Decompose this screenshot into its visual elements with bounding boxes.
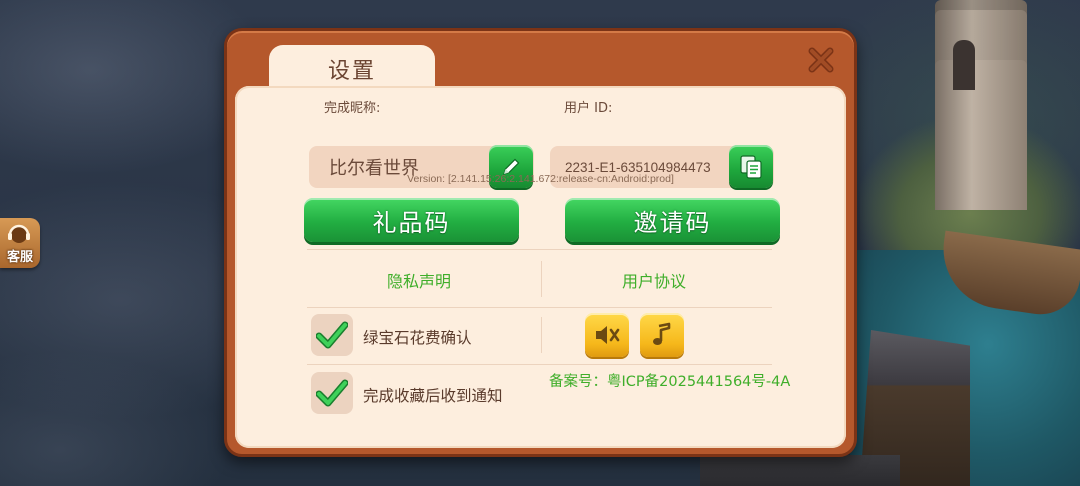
speaker-muted-icon: [596, 326, 620, 344]
gift-code-button[interactable]: 礼品码: [304, 198, 519, 242]
close-icon[interactable]: [808, 47, 834, 73]
divider: [541, 317, 542, 353]
lighthouse-tower: [935, 0, 1027, 210]
user-id-label: 用户 ID:: [564, 101, 613, 116]
divider: [307, 249, 772, 250]
divider: [541, 261, 542, 297]
customer-service-label: 客服: [6, 250, 33, 265]
headset-icon: [8, 224, 30, 243]
sound-effects-toggle[interactable]: [585, 313, 629, 357]
gift-code-label: 礼品码: [372, 208, 451, 237]
collection-notify-label: 完成收藏后收到通知: [363, 387, 503, 405]
music-note-icon: [653, 322, 671, 345]
checkmark-icon: [316, 321, 348, 349]
settings-panel: 完成昵称: 用户 ID: 比尔看世界 2231-E1-635104984473 …: [235, 86, 846, 448]
nickname-label: 完成昵称:: [324, 101, 381, 116]
collection-notify-checkbox[interactable]: [311, 372, 353, 414]
checkmark-icon: [316, 379, 348, 407]
divider: [307, 307, 772, 308]
invite-code-button[interactable]: 邀请码: [565, 198, 780, 242]
version-text: Version: [2.141.15:26:2.141.672:release-…: [407, 173, 674, 185]
invite-code-label: 邀请码: [633, 208, 712, 237]
settings-dialog: 设置 完成昵称: 用户 ID: 比尔看世界 2231-E1-6351049844…: [224, 28, 857, 457]
customer-service-button[interactable]: 客服: [0, 218, 40, 268]
privacy-link[interactable]: 隐私声明: [387, 268, 451, 292]
emerald-confirm-label: 绿宝石花费确认: [363, 329, 472, 347]
dock: [700, 455, 900, 486]
music-toggle[interactable]: [640, 313, 684, 357]
emerald-confirm-checkbox[interactable]: [311, 314, 353, 356]
icp-record-text: 备案号：粤ICP备2025441564号-4A: [549, 374, 791, 390]
dialog-title: 设置: [327, 59, 376, 84]
user-agreement-link[interactable]: 用户协议: [622, 268, 686, 292]
divider: [307, 364, 772, 365]
